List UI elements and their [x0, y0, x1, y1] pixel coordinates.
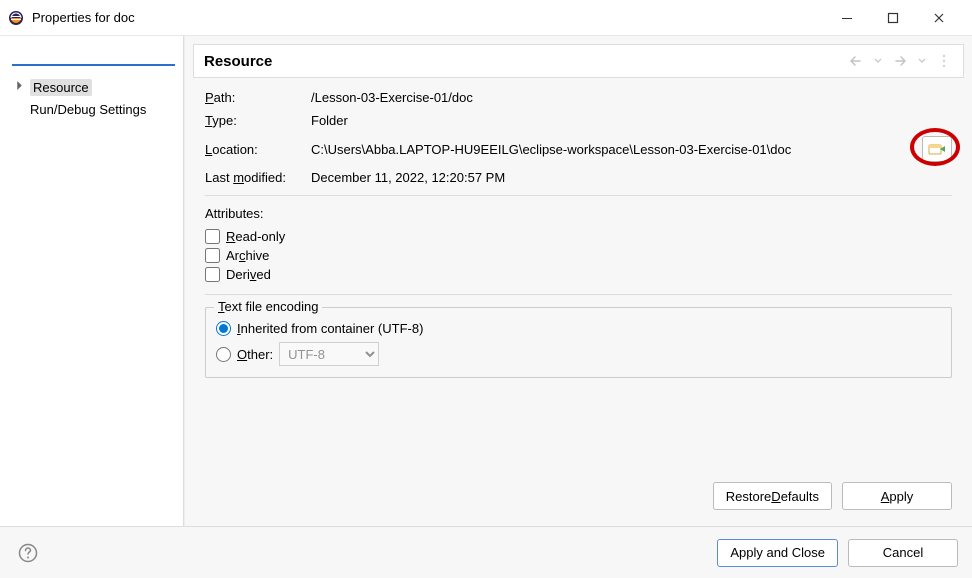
forward-button[interactable]	[891, 52, 909, 70]
category-tree: Resource Run/Debug Settings	[0, 72, 183, 120]
help-button[interactable]	[14, 539, 42, 567]
forward-dropdown-icon[interactable]	[913, 52, 931, 70]
archive-checkbox[interactable]	[205, 248, 220, 263]
type-value: Folder	[311, 113, 914, 128]
filter-input[interactable]	[12, 42, 175, 66]
back-dropdown-icon[interactable]	[869, 52, 887, 70]
type-label: Type:	[205, 113, 303, 128]
back-button[interactable]	[847, 52, 865, 70]
derived-checkbox-row[interactable]: Derived	[205, 265, 952, 284]
apply-and-close-button[interactable]: Apply and Close	[717, 539, 838, 567]
close-button[interactable]	[916, 2, 962, 34]
attributes-section: Attributes: Read-only Archive Derived	[205, 196, 952, 295]
cancel-button[interactable]: Cancel	[848, 539, 958, 567]
chevron-right-icon[interactable]	[12, 81, 26, 93]
location-value: C:\Users\Abba.LAPTOP-HU9EEILG\eclipse-wo…	[311, 142, 914, 157]
readonly-checkbox[interactable]	[205, 229, 220, 244]
show-in-system-explorer-button[interactable]	[922, 136, 952, 162]
inherited-radio[interactable]	[216, 321, 231, 336]
inherited-radio-row[interactable]: Inherited from container (UTF-8)	[216, 318, 941, 339]
tree-item-label: Resource	[30, 79, 92, 96]
tree-item-resource[interactable]: Resource	[8, 76, 183, 98]
panel-inner-footer: Restore Defaults Apply	[205, 468, 952, 510]
path-value: /Lesson-03-Exercise-01/doc	[311, 90, 914, 105]
encoding-combo[interactable]: UTF-8	[279, 342, 379, 366]
other-radio[interactable]	[216, 347, 231, 362]
apply-button[interactable]: Apply	[842, 482, 952, 510]
inherited-label: Inherited from container (UTF-8)	[237, 321, 423, 336]
last-modified-value: December 11, 2022, 12:20:57 PM	[311, 170, 914, 185]
main-content: Resource Run/Debug Settings Resource	[0, 36, 972, 526]
readonly-checkbox-row[interactable]: Read-only	[205, 227, 952, 246]
sidebar: Resource Run/Debug Settings	[0, 36, 184, 526]
location-label: Location:	[205, 142, 303, 157]
view-menu-icon[interactable]	[935, 52, 953, 70]
panel-body: Path: /Lesson-03-Exercise-01/doc Type: F…	[193, 78, 964, 518]
info-grid: Path: /Lesson-03-Exercise-01/doc Type: F…	[205, 90, 952, 196]
tree-item-label: Run/Debug Settings	[30, 102, 146, 117]
properties-panel: Resource Path:	[184, 36, 972, 526]
path-label: Path:	[205, 90, 303, 105]
derived-checkbox[interactable]	[205, 267, 220, 282]
titlebar: Properties for doc	[0, 0, 972, 36]
encoding-legend: Text file encoding	[214, 299, 322, 314]
archive-label: Archive	[226, 248, 269, 263]
last-modified-label: Last modified:	[205, 170, 303, 185]
window-controls	[824, 2, 962, 34]
readonly-label: Read-only	[226, 229, 285, 244]
restore-defaults-button[interactable]: Restore Defaults	[713, 482, 832, 510]
archive-checkbox-row[interactable]: Archive	[205, 246, 952, 265]
attributes-title: Attributes:	[205, 206, 952, 221]
panel-header: Resource	[193, 44, 964, 78]
other-radio-row[interactable]: Other: UTF-8	[216, 339, 941, 369]
other-label: Other:	[237, 347, 273, 362]
derived-label: Derived	[226, 267, 271, 282]
minimize-button[interactable]	[824, 2, 870, 34]
encoding-fieldset: Text file encoding Inherited from contai…	[205, 307, 952, 378]
window-title: Properties for doc	[32, 10, 824, 25]
panel-heading: Resource	[204, 53, 272, 70]
tree-item-run-debug[interactable]: Run/Debug Settings	[8, 98, 183, 120]
eclipse-icon	[8, 10, 24, 26]
bottom-bar: Apply and Close Cancel	[0, 526, 972, 578]
maximize-button[interactable]	[870, 2, 916, 34]
